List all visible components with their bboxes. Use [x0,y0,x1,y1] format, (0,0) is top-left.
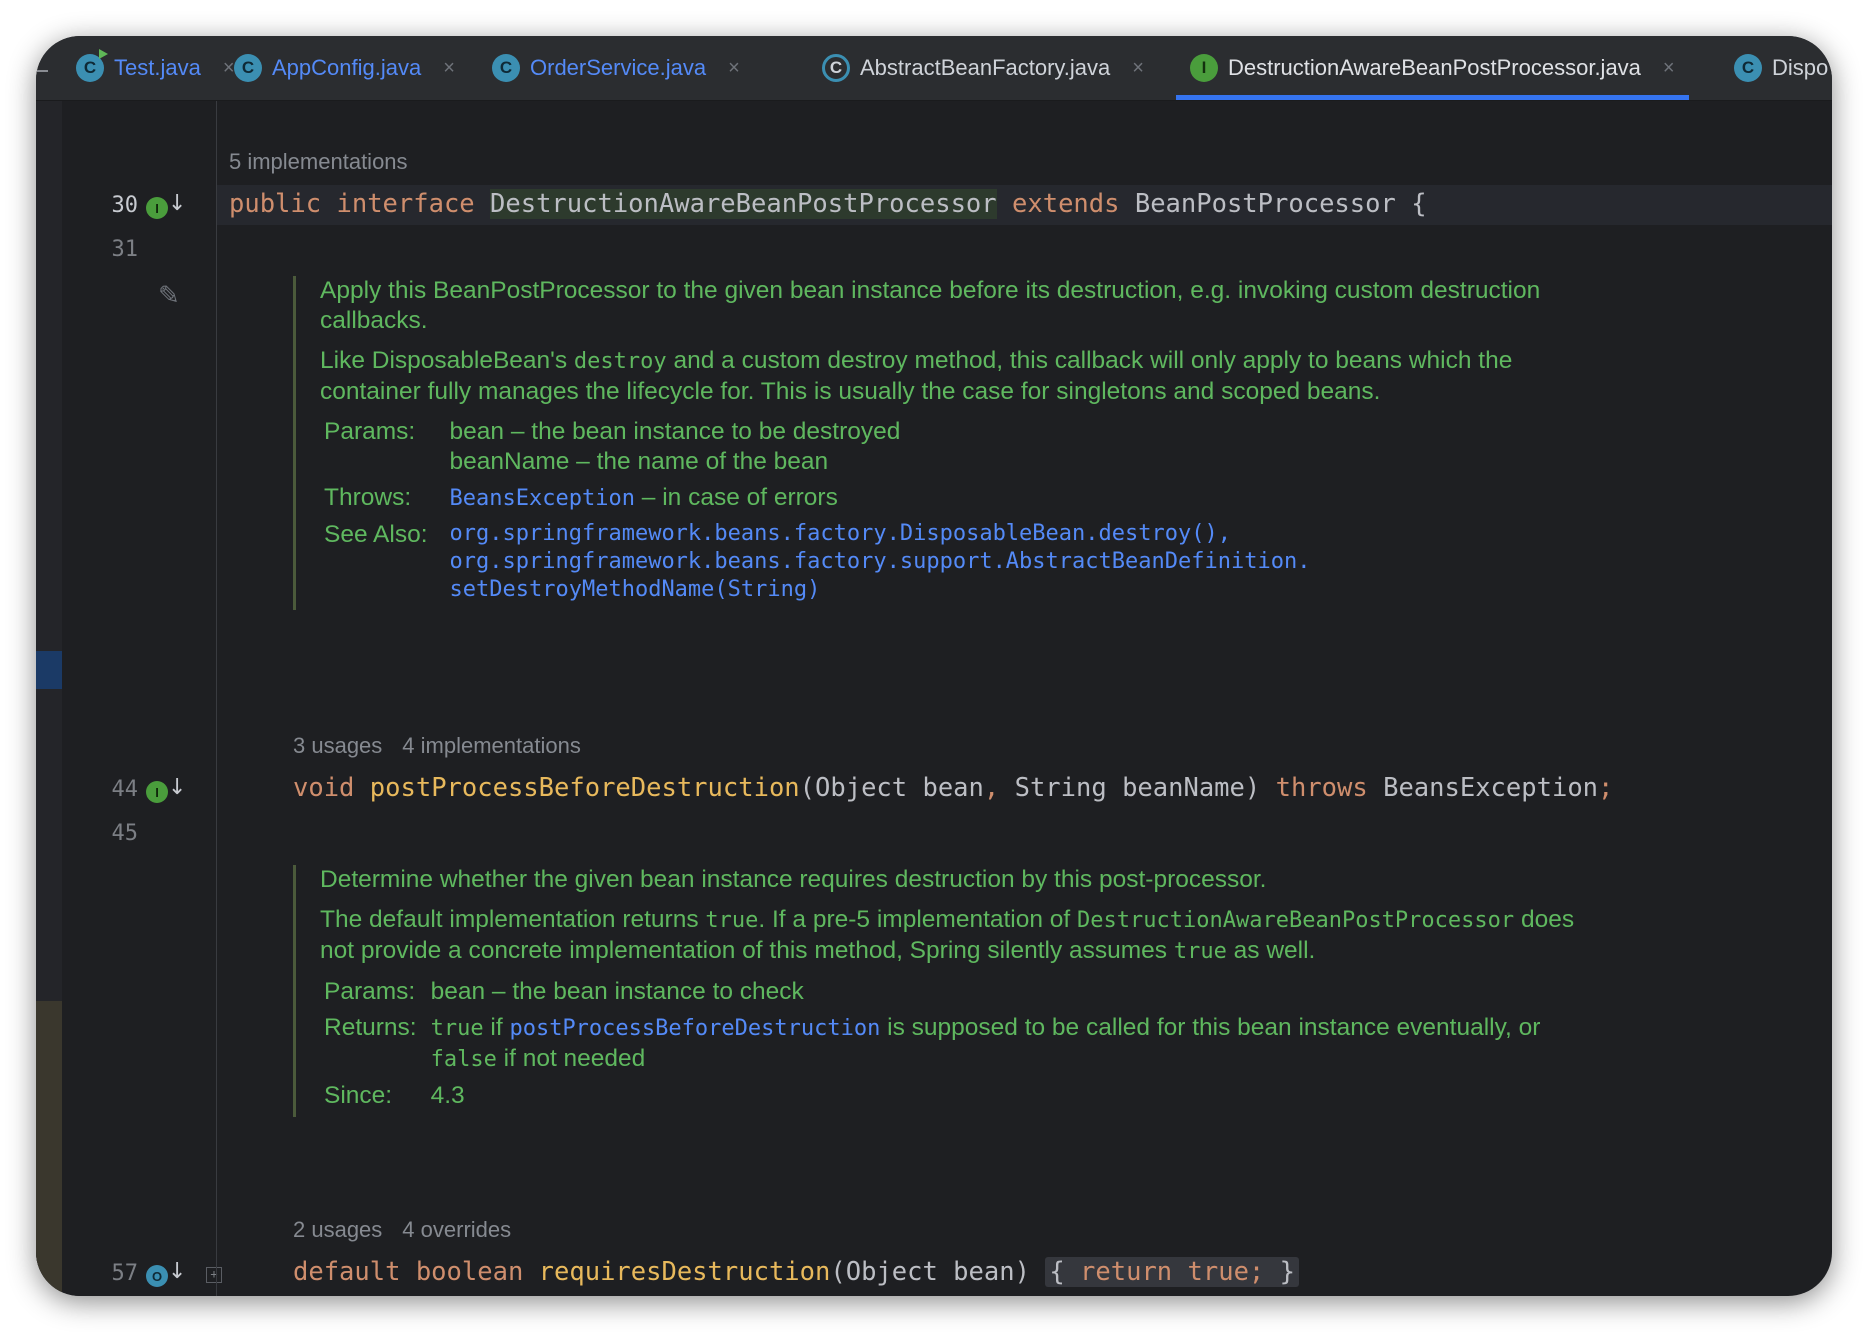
tab-label: Dispo [1772,55,1829,80]
doc-tag-label: Since: [324,1082,393,1109]
close-icon[interactable]: × [728,57,740,80]
change-marker [36,1001,62,1296]
doc-tags: Params: bean – the bean instance to be d… [320,417,1310,610]
doc-tag-label: Returns: [324,1014,417,1041]
inlay-hint-usages[interactable]: 3 usages 4 implementations [293,733,601,759]
keyword: interface [336,189,475,219]
arrow-down-icon[interactable]: ↓ [168,775,186,800]
code-line-57: default boolean requiresDestruction(Obje… [293,1255,1299,1289]
line-number: 30 [111,193,139,218]
method-name: requiresDestruction [538,1257,831,1287]
overridden-method-icon[interactable]: O [146,1265,168,1287]
class-icon: C [234,54,262,82]
tab-overflow-marker [36,70,48,72]
tab-dispo[interactable]: C Dispo [1734,36,1828,100]
javadoc-requires-destruction: Determine whether the given bean instanc… [293,865,1580,1117]
interface-icon: I [1190,54,1218,82]
line-gutter: 30 I ↓ 31 ✎ 44 I ↓ 45 57 O ↓ + 60 [62,101,222,1296]
doc-tag-label: Throws: [324,484,412,511]
implemented-method-icon[interactable]: I [146,781,168,803]
arrow-down-icon[interactable]: ↓ [168,191,186,216]
abstract-class-icon: C [822,54,850,82]
code-line-44: void postProcessBeforeDestruction(Object… [293,773,1614,803]
close-icon[interactable]: × [1132,57,1144,80]
class-icon: C [1734,54,1762,82]
edit-doc-icon[interactable]: ✎ [158,281,180,311]
method-name: postProcessBeforeDestruction [369,773,800,803]
ide-window: C Test.java × C AppConfig.java × C Order… [36,36,1832,1296]
implemented-interface-icon[interactable]: I [146,197,168,219]
inlay-hint-implementations[interactable]: 5 implementations [229,149,408,175]
doc-link[interactable]: setDestroyMethodName(String) [450,576,1311,604]
doc-tag-label: See Also: [324,521,428,548]
close-icon[interactable]: × [443,57,455,80]
code-line-30: public interface DestructionAwareBeanPos… [229,187,1427,221]
class-icon: C [492,54,520,82]
tab-destructionawarebeanpostprocessor-java[interactable]: I DestructionAwareBeanPostProcessor.java… [1176,36,1689,100]
tab-label: DestructionAwareBeanPostProcessor.java [1228,55,1641,80]
tab-test-java[interactable]: C Test.java × [76,36,235,100]
doc-paragraph: Apply this BeanPostProcessor to the give… [320,277,1541,334]
doc-tag-value: bean – the bean instance to be destroyed… [449,418,901,475]
doc-paragraph: The default implementation returns true.… [320,906,1575,964]
keyword: extends [1012,189,1120,219]
tab-label: Test.java [114,55,201,80]
doc-tag-value: true if postProcessBeforeDestruction is … [430,1014,1541,1072]
arrow-down-icon[interactable]: ↓ [168,1259,186,1284]
doc-tag-value: BeansException – in case of errors [449,484,838,511]
close-icon[interactable]: × [223,57,235,80]
left-marker-strip [36,101,62,1296]
folded-region[interactable]: { return true; } [1045,1257,1299,1287]
javadoc-postprocess: Apply this BeanPostProcessor to the give… [293,276,1580,610]
open-brace: { [1411,189,1427,219]
line-number: 57 [111,1261,139,1286]
line-number: 45 [111,821,139,846]
tab-orderservice-java[interactable]: C OrderService.java × [492,36,740,100]
doc-tags: Params: bean – the bean instance to chec… [320,977,1580,1117]
caret-marker [36,651,62,689]
doc-tag-label: Params: [324,978,416,1005]
doc-paragraph: Determine whether the given bean instanc… [320,866,1267,893]
doc-tag-value: bean – the bean instance to check [430,978,804,1005]
class-run-icon: C [76,49,108,82]
doc-link[interactable]: org.springframework.beans.factory.suppor… [450,548,1311,576]
doc-tag-value: org.springframework.beans.factory.Dispos… [450,520,1311,610]
tab-label: OrderService.java [530,55,707,80]
editor-tab-bar: C Test.java × C AppConfig.java × C Order… [36,36,1832,101]
line-number: 44 [111,777,139,802]
code-editor[interactable]: 5 implementations public interface Destr… [217,101,1832,1296]
close-icon[interactable]: × [1663,57,1675,80]
tab-appconfig-java[interactable]: C AppConfig.java × [234,36,455,100]
supertype-name: BeanPostProcessor [1134,189,1396,219]
tab-label: AbstractBeanFactory.java [860,55,1111,80]
doc-link[interactable]: BeansException [450,486,635,511]
doc-tag-label: Params: [324,418,416,445]
tab-label: AppConfig.java [272,55,422,80]
tab-abstractbeanfactory-java[interactable]: C AbstractBeanFactory.java × [822,36,1144,100]
line-number: 31 [111,237,139,262]
doc-tag-value: 4.3 [430,1082,465,1109]
doc-paragraph: Like DisposableBean's destroy and a cust… [320,347,1513,405]
doc-link[interactable]: org.springframework.beans.factory.Dispos… [450,520,1311,548]
inlay-hint-overrides[interactable]: 2 usages 4 overrides [293,1217,531,1243]
interface-name: DestructionAwareBeanPostProcessor [490,189,997,219]
keyword: public [229,189,322,219]
doc-link[interactable]: postProcessBeforeDestruction [509,1016,880,1041]
